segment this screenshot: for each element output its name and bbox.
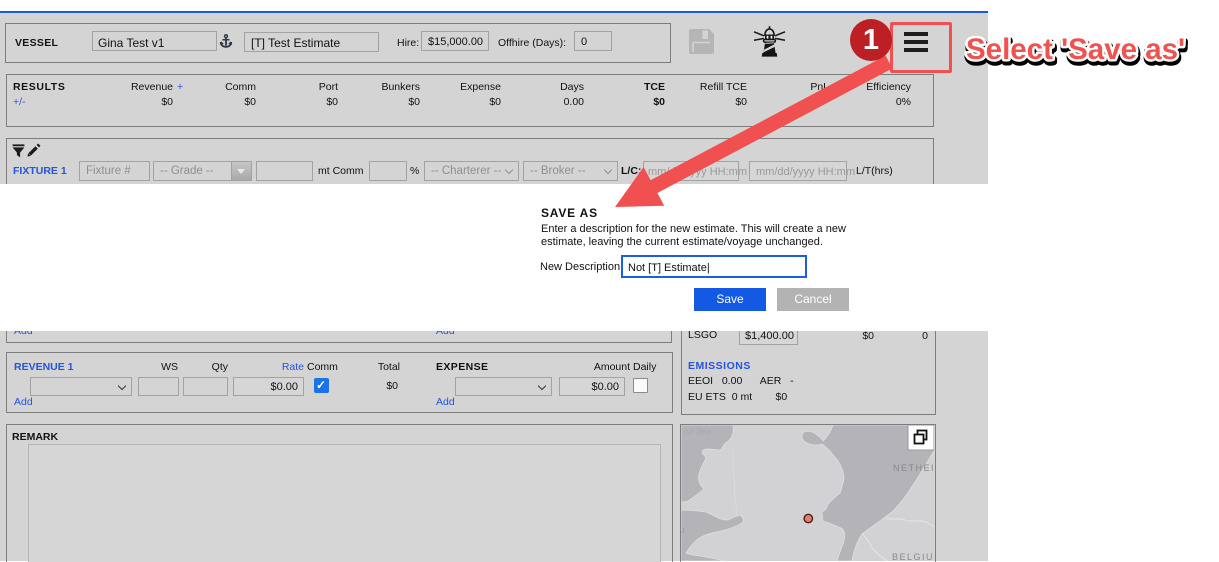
svg-text:NETHEI: NETHEI: [893, 463, 934, 473]
svg-text:J: J: [681, 528, 685, 535]
svg-text:Select 'Save as': Select 'Save as': [966, 33, 1185, 66]
svg-text:BELGIU: BELGIU: [892, 552, 934, 561]
svg-text:ish Sea: ish Sea: [684, 427, 711, 436]
